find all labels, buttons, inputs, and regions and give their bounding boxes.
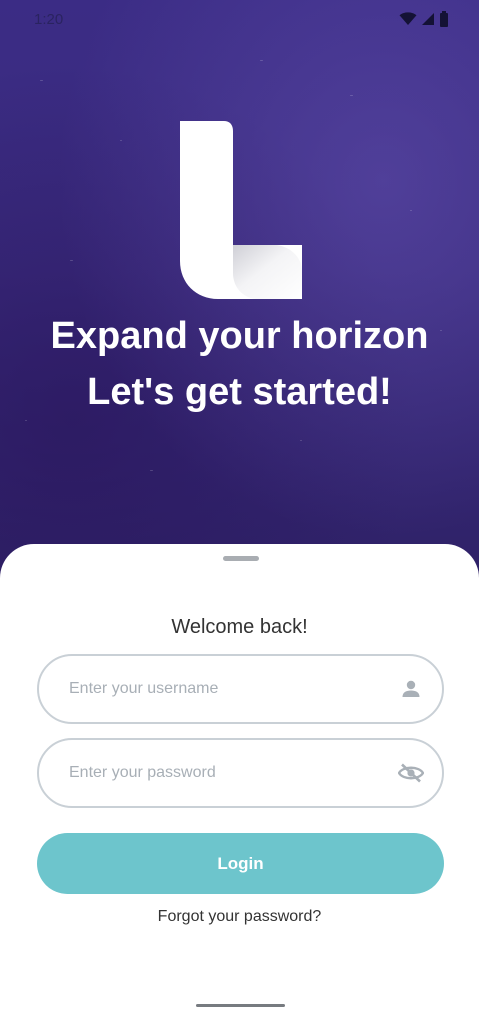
texture-speck — [40, 80, 43, 81]
drag-handle[interactable] — [223, 556, 259, 561]
forgot-password-link[interactable]: Forgot your password? — [0, 908, 479, 926]
texture-speck — [350, 95, 353, 96]
status-bar: 1:20 — [0, 0, 479, 38]
visibility-off-icon[interactable] — [398, 760, 424, 786]
app-logo — [180, 121, 302, 299]
wifi-icon — [399, 12, 417, 26]
headline: Expand your horizon Let's get started! — [0, 308, 479, 420]
signal-icon — [421, 12, 435, 26]
password-input[interactable] — [69, 764, 398, 782]
login-sheet: Welcome back! Login Forgot your password… — [0, 544, 479, 1014]
texture-speck — [300, 440, 302, 441]
texture-speck — [150, 470, 153, 471]
person-icon — [398, 676, 424, 702]
welcome-text: Welcome back! — [171, 616, 308, 638]
texture-speck — [260, 60, 263, 61]
texture-speck — [410, 210, 412, 211]
password-field[interactable] — [37, 738, 444, 808]
login-button[interactable]: Login — [37, 833, 444, 894]
hero-background: 1:20 Expand your horizon Let's get start… — [0, 0, 479, 600]
battery-icon — [439, 11, 449, 27]
texture-speck — [120, 140, 122, 141]
username-field[interactable] — [37, 654, 444, 724]
status-icons — [399, 11, 449, 27]
username-input[interactable] — [69, 680, 398, 698]
status-time: 1:20 — [34, 10, 64, 28]
home-indicator[interactable] — [196, 1004, 285, 1007]
texture-speck — [70, 260, 73, 261]
headline-line-2: Let's get started! — [87, 371, 392, 413]
texture-speck — [25, 420, 27, 421]
headline-line-1: Expand your horizon — [50, 315, 429, 357]
